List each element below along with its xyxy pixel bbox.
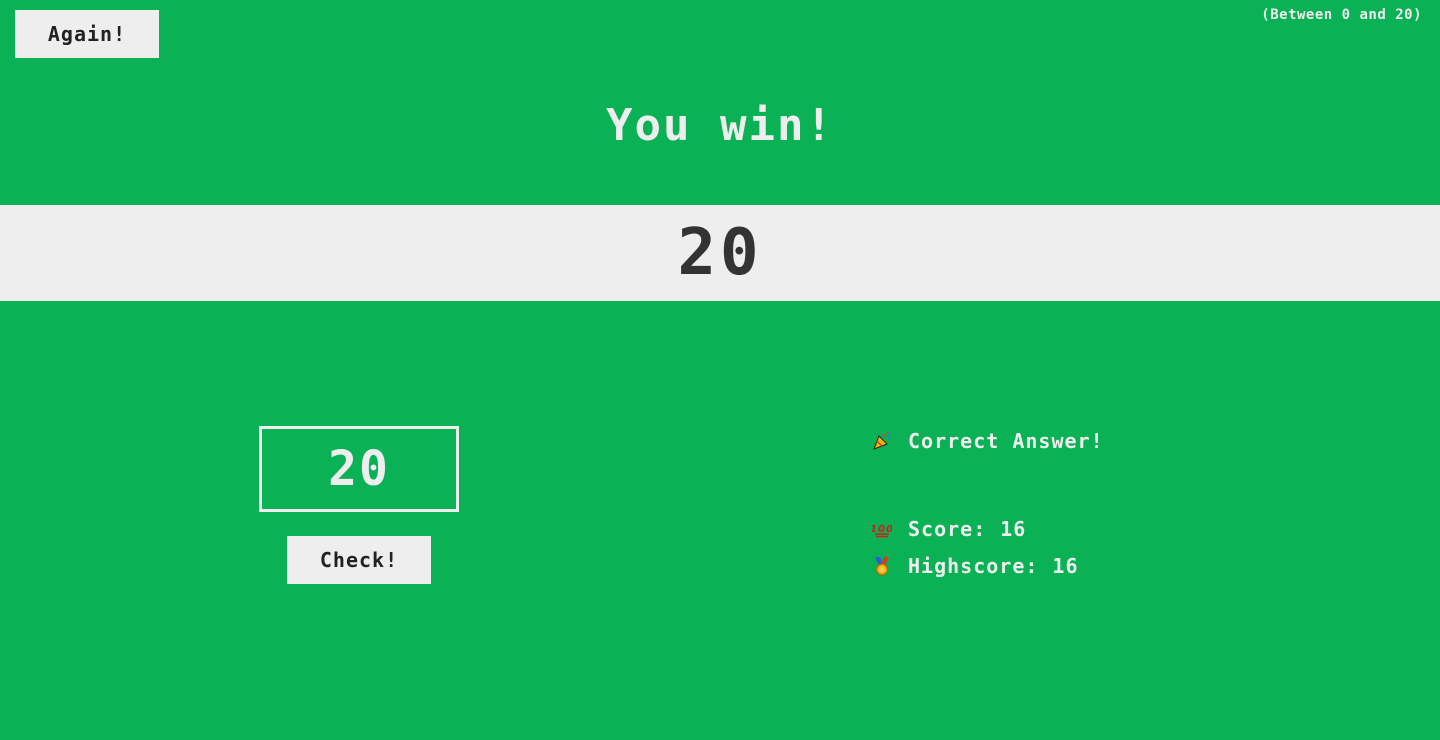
highscore-line: Highscore: 16 (872, 554, 1079, 578)
guess-input[interactable] (259, 426, 459, 512)
score-label: Score: (908, 517, 987, 541)
message-text: Correct Answer! (908, 429, 1104, 453)
page-title: You win! (606, 100, 834, 151)
secret-number: 20 (677, 216, 763, 290)
score-line: 100 Score: 16 (872, 517, 1026, 541)
hundred-points-icon: 100 (872, 519, 892, 539)
highscore-value: 16 (1052, 554, 1079, 578)
medal-icon (872, 556, 892, 576)
message-line: Correct Answer! (872, 429, 1104, 453)
score-value: 16 (1000, 517, 1027, 541)
range-hint: (Between 0 and 20) (1261, 7, 1422, 23)
check-button[interactable]: Check! (287, 536, 431, 584)
party-popper-icon (872, 431, 892, 451)
again-button[interactable]: Again! (15, 10, 159, 58)
secret-number-band: 20 (0, 205, 1440, 301)
highscore-label: Highscore: (908, 554, 1039, 578)
